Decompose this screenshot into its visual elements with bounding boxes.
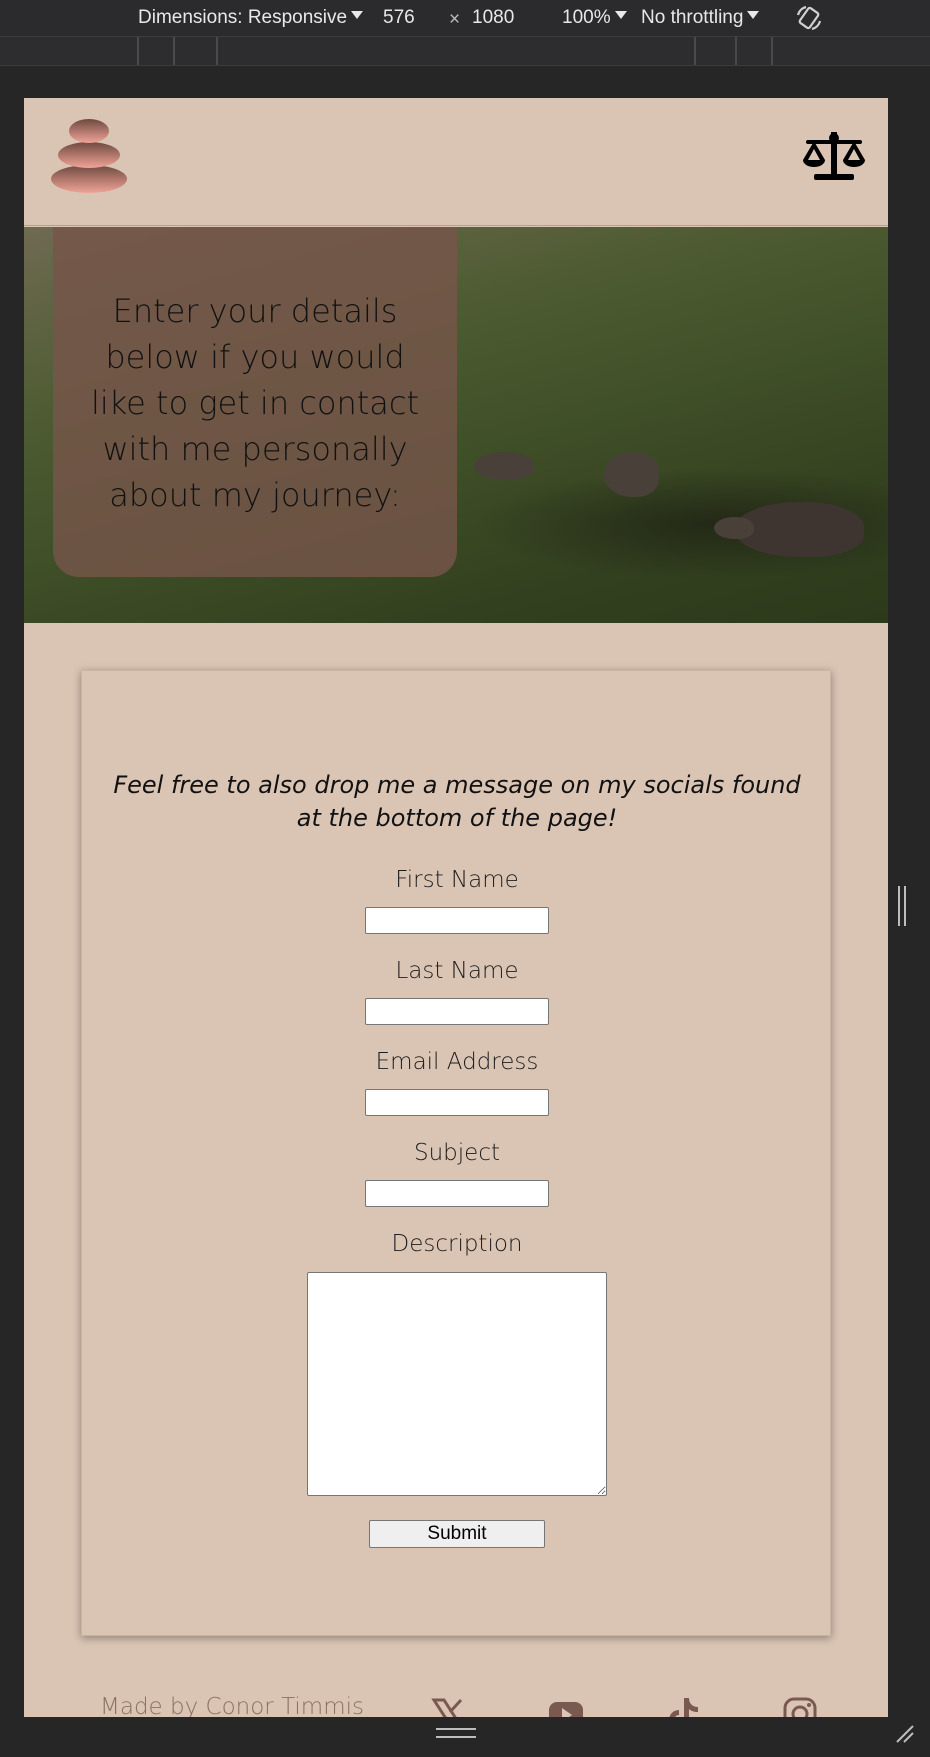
hero-banner: Enter your details below if you would li…: [24, 227, 888, 623]
throttling-dropdown[interactable]: No throttling: [641, 7, 760, 29]
hero-heading: Enter your details below if you would li…: [90, 292, 420, 514]
rotate-icon[interactable]: [794, 3, 824, 33]
email-label: Email Address: [375, 1049, 539, 1075]
subject-label: Subject: [414, 1140, 500, 1166]
submit-button[interactable]: Submit: [369, 1520, 545, 1548]
site-header: [24, 98, 888, 226]
times-separator: ×: [449, 9, 461, 30]
description-label: Description: [391, 1231, 523, 1257]
balance-scale-icon[interactable]: [802, 130, 866, 182]
resize-handle-right[interactable]: [898, 886, 906, 926]
subject-input[interactable]: [365, 1180, 549, 1207]
chevron-down-icon: [747, 11, 760, 19]
resize-corner-icon[interactable]: [893, 1722, 915, 1744]
media-query-ruler: [0, 36, 930, 66]
chevron-down-icon: [351, 11, 364, 19]
description-textarea[interactable]: [307, 1272, 607, 1496]
height-input[interactable]: 1080: [472, 7, 514, 29]
footer-credit: Made by Conor Timmis: [100, 1694, 364, 1717]
chevron-down-icon: [614, 11, 627, 19]
last-name-input[interactable]: [365, 998, 549, 1025]
contact-form: Feel free to also drop me a message on m…: [81, 670, 831, 1636]
resize-handle-bottom[interactable]: [436, 1728, 476, 1738]
form-intro: Feel free to also drop me a message on m…: [113, 771, 801, 832]
stacked-stones-icon[interactable]: [50, 116, 128, 194]
width-input[interactable]: 576: [383, 7, 415, 29]
zoom-dropdown[interactable]: 100%: [562, 7, 627, 29]
instagram-icon[interactable]: [782, 1696, 818, 1717]
first-name-input[interactable]: [365, 907, 549, 934]
dimensions-dropdown[interactable]: Dimensions: Responsive: [138, 7, 364, 29]
device-viewport: Enter your details below if you would li…: [24, 98, 888, 1717]
devtools-toolbar: Dimensions: Responsive 576 × 1080 100% N…: [0, 0, 930, 36]
email-input[interactable]: [365, 1089, 549, 1116]
last-name-label: Last Name: [395, 958, 519, 984]
first-name-label: First Name: [395, 867, 519, 893]
x-icon[interactable]: [430, 1696, 466, 1717]
tiktok-icon[interactable]: [666, 1696, 702, 1717]
youtube-icon[interactable]: [548, 1696, 584, 1717]
